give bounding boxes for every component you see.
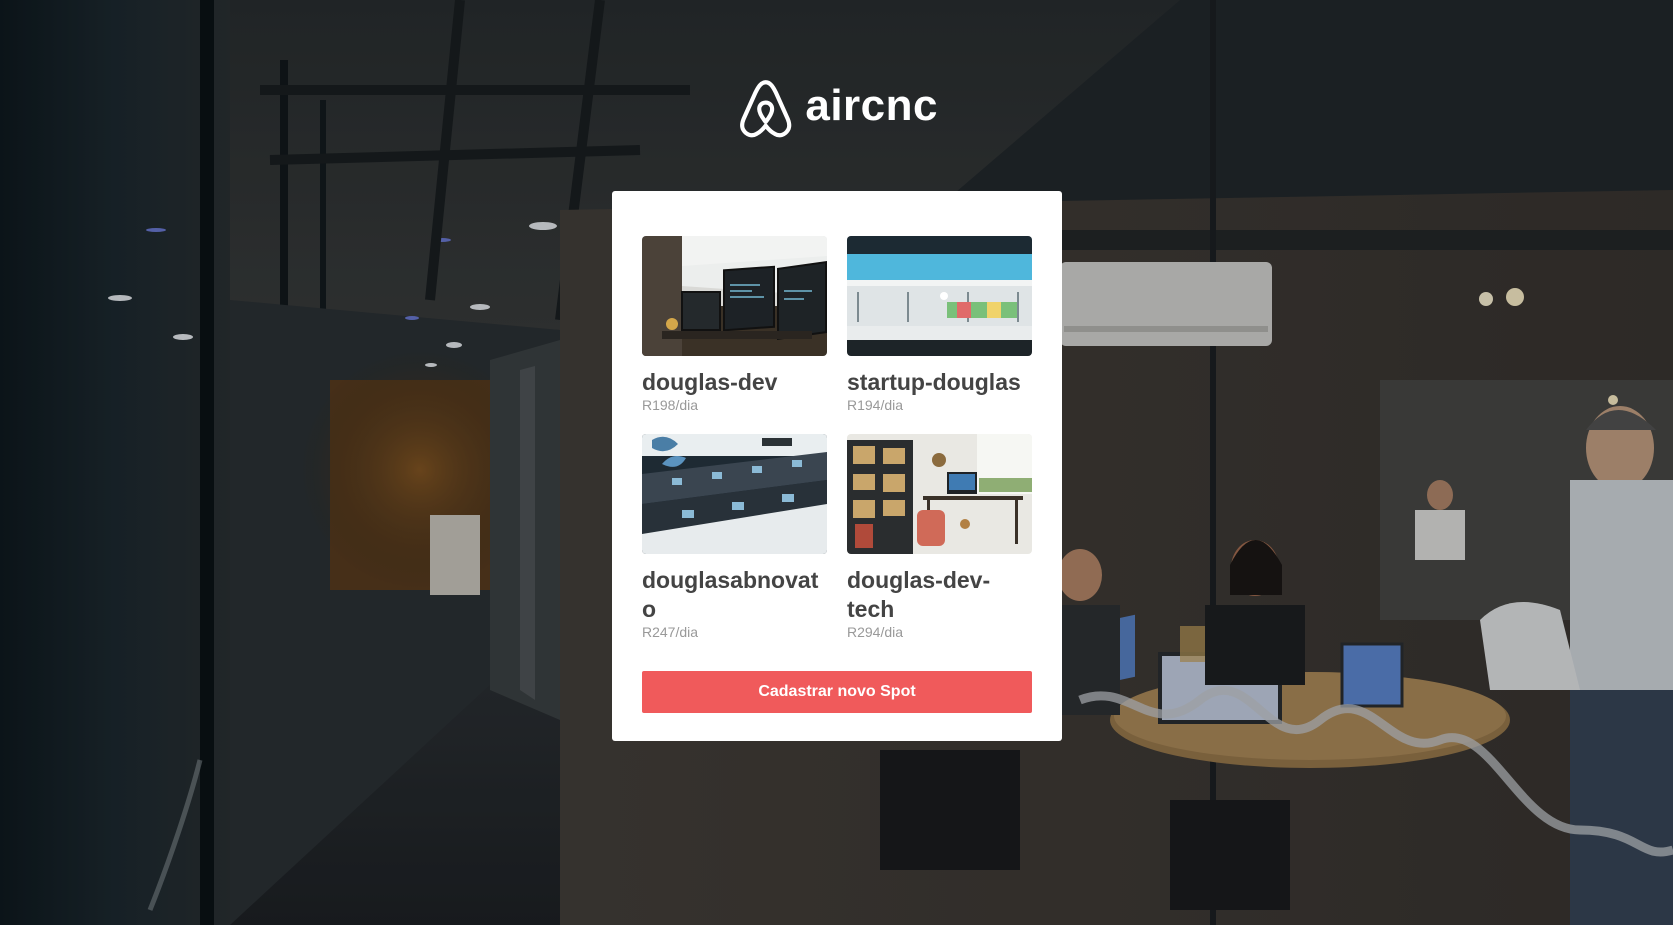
airbnb-belo-icon xyxy=(740,80,792,138)
spot-name: douglasabnovato xyxy=(642,567,819,622)
spot-price: R194/dia xyxy=(847,397,904,413)
spots-card: douglas-dev R198/dia startup-douglas R19… xyxy=(612,191,1062,741)
spot-price: R247/dia xyxy=(642,624,699,640)
coworking-desks-photo xyxy=(642,434,827,554)
app-logo[interactable]: aircnc xyxy=(738,74,938,144)
app-name: aircnc xyxy=(805,81,938,130)
home-office-photo xyxy=(847,434,1032,554)
spot-price: R198/dia xyxy=(642,397,699,413)
spot-item[interactable]: startup-douglas R194/dia xyxy=(847,236,1032,414)
spot-name: douglas-dev xyxy=(642,369,778,395)
desk-monitors-photo xyxy=(642,236,827,356)
spot-list: douglas-dev R198/dia startup-douglas R19… xyxy=(642,236,1032,641)
spot-price: R294/dia xyxy=(847,624,904,640)
spot-item[interactable]: douglas-dev R198/dia xyxy=(642,236,827,414)
new-spot-button[interactable]: Cadastrar novo Spot xyxy=(642,671,1032,713)
spot-item[interactable]: douglas-dev-tech R294/dia xyxy=(847,434,1032,641)
spot-name: startup-douglas xyxy=(847,369,1021,395)
open-office-photo xyxy=(847,236,1032,356)
spot-name: douglas-dev-tech xyxy=(847,567,991,622)
spot-item[interactable]: douglasabnovato R247/dia xyxy=(642,434,827,641)
